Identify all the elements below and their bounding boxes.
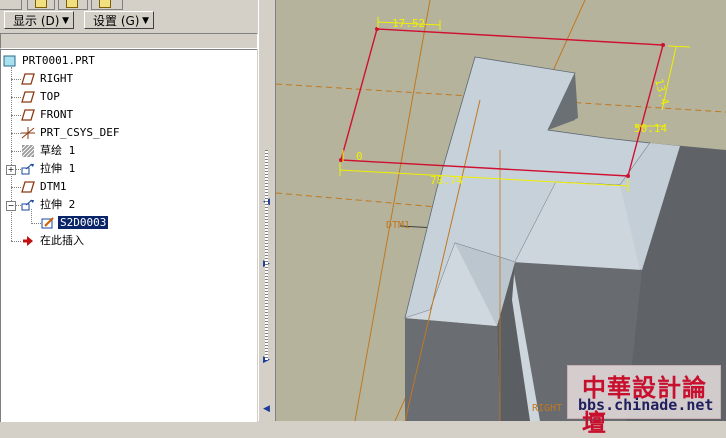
collapse-toggle[interactable]: − <box>6 201 16 211</box>
tree-item-extrude-1[interactable]: 拉伸 1 <box>21 161 77 177</box>
tree-item-label: DTM1 <box>40 180 67 193</box>
tree-item-label: PRT_CSYS_DEF <box>40 126 120 139</box>
tree-item-top[interactable]: TOP <box>21 89 62 105</box>
tree-item-label: 草绘 1 <box>40 144 76 157</box>
tree-root[interactable]: PRT0001.PRT <box>3 53 97 69</box>
star-folder-icon <box>66 0 78 8</box>
folder-icon <box>35 0 47 8</box>
tree-item-right[interactable]: RIGHT <box>21 71 75 87</box>
dimension-line <box>667 45 691 48</box>
tree-item-label: 在此插入 <box>40 234 84 247</box>
tree-connector <box>11 67 12 241</box>
datum-label-dtm1[interactable]: DTM1 <box>386 220 410 231</box>
datum-plane-icon <box>21 73 35 85</box>
dimension-length[interactable]: 78.74 <box>430 174 463 187</box>
watermark-url: bbs.chinade.net <box>578 396 714 414</box>
tree-connector <box>11 79 21 80</box>
model-tree-panel: 显示 (D) ▼ 设置 (G) ▼ PRT0001.PRT RIGHT TOP … <box>0 0 258 422</box>
show-menu-button[interactable]: 显示 (D) ▼ <box>4 11 74 29</box>
chevron-down-icon: ▼ <box>142 16 149 26</box>
dimension-zero[interactable]: 0 <box>356 150 363 163</box>
tree-connector <box>11 115 21 116</box>
sketch-icon <box>21 144 35 158</box>
tree-item-extrude-2[interactable]: 拉伸 2 <box>21 197 77 213</box>
tree-connector <box>11 133 21 134</box>
insert-here-arrow-icon <box>21 235 35 247</box>
chevron-down-icon: ▼ <box>62 16 69 26</box>
tree-connector <box>11 97 21 98</box>
settings-menu-label: 设置 (G) <box>93 14 140 28</box>
part-icon <box>3 55 17 67</box>
tab-model-tree[interactable] <box>0 0 22 10</box>
panel-splitter[interactable]: ◀ ▶ ▶ ◀ <box>258 0 276 421</box>
tree-item-label: TOP <box>40 90 60 103</box>
dimension-width[interactable]: 17.52 <box>392 17 425 30</box>
tree-item-label: S2D0003 <box>58 216 109 229</box>
show-menu-label: 显示 (D) <box>13 14 60 28</box>
tree-item-dtm1[interactable]: DTM1 <box>21 179 69 195</box>
tab-folder[interactable] <box>27 0 55 10</box>
panel-tabs <box>0 0 258 10</box>
tree-toolbar: 显示 (D) ▼ 设置 (G) ▼ <box>0 10 258 32</box>
tree-connector <box>31 223 41 224</box>
tree-header-strip <box>0 33 258 49</box>
tree-connector <box>11 241 21 242</box>
tree-item-s2d0003[interactable]: S2D0003 <box>41 215 109 231</box>
expand-toggle[interactable]: + <box>6 165 16 175</box>
model-view: 17.52 13.4 50.14 78.74 0 DTM1 RIGHT <box>276 0 726 421</box>
model-tree: PRT0001.PRT RIGHT TOP FRONT PRT_CSYS_DEF… <box>0 49 257 422</box>
splitter-grip <box>265 150 268 360</box>
coordinate-system-icon <box>21 127 35 139</box>
tree-item-csys[interactable]: PRT_CSYS_DEF <box>21 125 121 141</box>
sketch-vertex[interactable] <box>626 174 630 178</box>
collapse-left-icon[interactable]: ◀ <box>263 405 270 414</box>
tree-item-sketch-1[interactable]: 草绘 1 <box>21 143 77 159</box>
extrude-icon <box>21 199 35 211</box>
tree-connector <box>11 151 21 152</box>
tree-item-label: RIGHT <box>40 72 74 85</box>
forum-watermark: 中華設計論壇 bbs.chinade.net <box>567 365 721 437</box>
tree-root-label: PRT0001.PRT <box>22 54 95 67</box>
tree-item-insert-here[interactable]: 在此插入 <box>21 233 86 249</box>
dimension-offset[interactable]: 50.14 <box>634 122 667 135</box>
datum-label-right[interactable]: RIGHT <box>532 403 562 414</box>
settings-menu-button[interactable]: 设置 (G) ▼ <box>84 11 154 29</box>
sketch-edit-icon <box>41 217 55 229</box>
connection-icon <box>99 0 111 8</box>
tree-item-label: 拉伸 1 <box>40 162 76 175</box>
tree-item-front[interactable]: FRONT <box>21 107 75 123</box>
extrude-icon <box>21 163 35 175</box>
graphics-viewport[interactable]: 17.52 13.4 50.14 78.74 0 DTM1 RIGHT <box>276 0 726 421</box>
datum-plane-icon <box>21 181 35 193</box>
tree-item-label: 拉伸 2 <box>40 198 76 211</box>
sketch-vertex[interactable] <box>661 43 665 47</box>
sketch-vertex[interactable] <box>339 158 343 162</box>
tab-favorites[interactable] <box>58 0 88 10</box>
datum-plane-icon <box>21 91 35 103</box>
tab-connections[interactable] <box>91 0 123 10</box>
datum-plane-icon <box>21 109 35 121</box>
tree-item-label: FRONT <box>40 108 74 121</box>
tree-connector <box>11 187 21 188</box>
